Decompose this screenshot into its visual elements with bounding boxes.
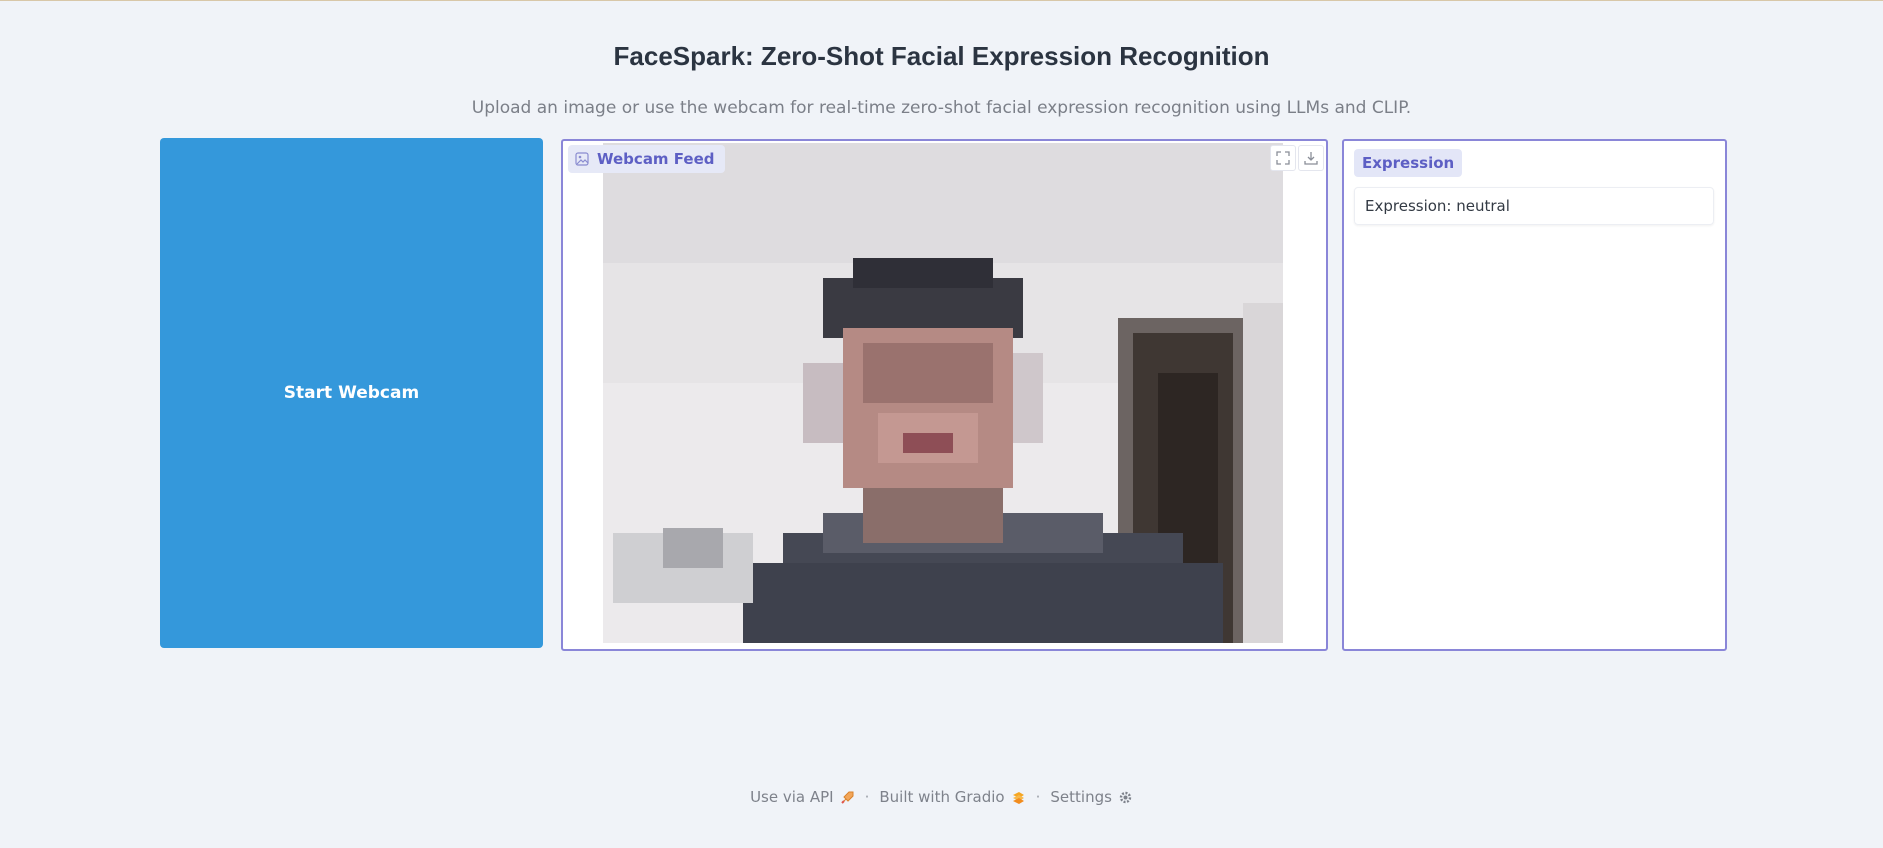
built-with-gradio-label: Built with Gradio (879, 788, 1005, 806)
built-with-gradio-link[interactable]: Built with Gradio (879, 788, 1025, 806)
page-title: FaceSpark: Zero-Shot Facial Expression R… (613, 41, 1270, 71)
webcam-toolbar (1270, 145, 1324, 171)
expression-label: Expression (1354, 149, 1463, 177)
footer-separator: · (1035, 788, 1041, 806)
footer: Use via API · Built with Gradio · Settin… (0, 788, 1883, 806)
use-via-api-label: Use via API (750, 788, 834, 806)
start-webcam-button[interactable]: Start Webcam (160, 138, 543, 648)
webcam-feed-label: Webcam Feed (568, 145, 725, 173)
webcam-video-frame (603, 143, 1283, 647)
expression-output-panel: Expression Expression: neutral (1342, 139, 1727, 651)
gear-icon (1119, 791, 1132, 803)
settings-label: Settings (1050, 788, 1112, 806)
page-description: Upload an image or use the webcam for re… (471, 98, 1412, 118)
expression-output-field[interactable]: Expression: neutral (1354, 187, 1714, 225)
download-icon (1304, 152, 1318, 165)
download-button[interactable] (1298, 145, 1324, 171)
footer-separator: · (864, 788, 870, 806)
rocket-icon (840, 791, 854, 804)
webcam-feed-panel: Webcam Feed (561, 139, 1328, 651)
settings-link[interactable]: Settings (1050, 788, 1133, 806)
fullscreen-icon (1276, 151, 1290, 165)
webcam-pixelated-image (603, 143, 1283, 647)
use-via-api-link[interactable]: Use via API (750, 788, 855, 806)
fullscreen-button[interactable] (1270, 145, 1296, 171)
image-icon (575, 152, 589, 166)
webcam-feed-label-text: Webcam Feed (597, 150, 715, 168)
gradio-logo-icon (1012, 791, 1024, 804)
